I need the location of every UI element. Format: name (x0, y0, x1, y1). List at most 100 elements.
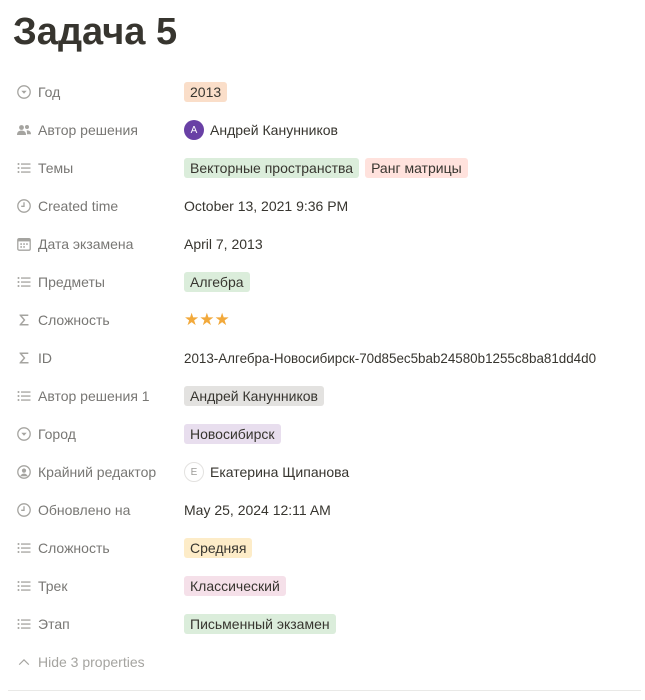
clock-icon (16, 198, 32, 214)
chevron-up-icon (16, 654, 32, 670)
property-row-created-time[interactable]: Created time October 13, 2021 9:36 PM (10, 187, 640, 225)
person-mention[interactable]: Е Екатерина Щипанова (184, 462, 349, 482)
property-value[interactable]: April 7, 2013 (184, 236, 263, 252)
select-icon (16, 426, 32, 442)
tag: Алгебра (184, 272, 250, 292)
property-name[interactable]: Обновлено на (10, 494, 184, 526)
property-label: Сложность (38, 540, 110, 556)
property-name[interactable]: Сложность (10, 304, 184, 336)
tag: Средняя (184, 538, 253, 558)
property-name[interactable]: Крайний редактор (10, 456, 184, 488)
property-value: 2013-Алгебра-Новосибирск-70d85ec5bab2458… (184, 351, 596, 366)
property-row-updated[interactable]: Обновлено на May 25, 2024 12:11 AM (10, 491, 640, 529)
date-value: April 7, 2013 (184, 236, 263, 252)
property-name[interactable]: Предметы (10, 266, 184, 298)
property-label: Автор решения (38, 122, 138, 138)
property-label: Created time (38, 198, 119, 214)
property-label: Обновлено на (38, 502, 131, 518)
property-row-id[interactable]: ID 2013-Алгебра-Новосибирск-70d85ec5bab2… (10, 339, 640, 377)
property-row-exam-date[interactable]: Дата экзамена April 7, 2013 (10, 225, 640, 263)
property-row-author-1[interactable]: Автор решения 1 Андрей Канунников (10, 377, 640, 415)
property-row-difficulty[interactable]: Сложность Средняя (10, 529, 640, 567)
tag: 2013 (184, 82, 228, 102)
property-label: Год (38, 84, 61, 100)
property-name[interactable]: Автор решения (10, 114, 184, 146)
property-value[interactable]: A Андрей Канунников (184, 120, 338, 140)
property-value[interactable]: Средняя (184, 538, 253, 558)
property-value: Е Екатерина Щипанова (184, 462, 349, 482)
sigma-icon (16, 350, 32, 366)
avatar: Е (184, 462, 204, 482)
property-name[interactable]: Дата экзамена (10, 228, 184, 260)
tag: Письменный экзамен (184, 614, 336, 634)
property-row-difficulty-formula[interactable]: Сложность ★★★ (10, 301, 640, 339)
property-value: October 13, 2021 9:36 PM (184, 198, 348, 214)
avatar: A (184, 120, 204, 140)
divider (8, 690, 641, 691)
property-value: May 25, 2024 12:11 AM (184, 502, 331, 518)
list-icon (16, 616, 32, 632)
datetime-value: October 13, 2021 9:36 PM (184, 198, 349, 214)
property-name[interactable]: Город (10, 418, 184, 450)
tag: Классический (184, 576, 286, 596)
property-label: Крайний редактор (38, 464, 157, 480)
person-name: Андрей Канунников (210, 122, 338, 138)
property-value[interactable]: Новосибирск (184, 424, 281, 444)
property-row-topics[interactable]: Темы Векторные пространства Ранг матрицы (10, 149, 640, 187)
property-value[interactable]: 2013 (184, 82, 228, 102)
property-name[interactable]: Трек (10, 570, 184, 602)
page-title[interactable]: Задача 5 (13, 10, 177, 54)
property-label: Автор решения 1 (38, 388, 150, 404)
property-value[interactable]: Андрей Канунников (184, 386, 324, 406)
property-label: Сложность (38, 312, 110, 328)
properties-list: Год 2013 Автор решения A Андрей Канунник… (10, 73, 640, 681)
people-icon (16, 122, 32, 138)
list-icon (16, 160, 32, 176)
list-icon (16, 388, 32, 404)
property-label: Этап (38, 616, 70, 632)
property-label: Город (38, 426, 76, 442)
property-value[interactable]: Векторные пространства Ранг матрицы (184, 158, 468, 178)
datetime-value: May 25, 2024 12:11 AM (184, 502, 331, 518)
property-label: ID (38, 350, 52, 366)
list-icon (16, 540, 32, 556)
property-name[interactable]: Год (10, 76, 184, 108)
property-label: Предметы (38, 274, 105, 290)
property-value: ★★★ (184, 310, 230, 330)
clock-icon (16, 502, 32, 518)
tag: Андрей Канунников (184, 386, 324, 406)
property-label: Трек (38, 578, 68, 594)
calendar-icon (16, 236, 32, 252)
property-row-stage[interactable]: Этап Письменный экзамен (10, 605, 640, 643)
hide-properties-button[interactable]: Hide 3 properties (10, 643, 640, 681)
tag: Ранг матрицы (365, 158, 468, 178)
person-mention[interactable]: A Андрей Канунников (184, 120, 338, 140)
property-name[interactable]: Этап (10, 608, 184, 640)
person-icon (16, 464, 32, 480)
property-row-subjects[interactable]: Предметы Алгебра (10, 263, 640, 301)
property-row-year[interactable]: Год 2013 (10, 73, 640, 111)
sigma-icon (16, 312, 32, 328)
hide-properties-label: Hide 3 properties (38, 654, 145, 670)
id-value: 2013-Алгебра-Новосибирск-70d85ec5bab2458… (184, 350, 597, 366)
property-name[interactable]: ID (10, 342, 184, 374)
property-value[interactable]: Алгебра (184, 272, 250, 292)
tag: Новосибирск (184, 424, 281, 444)
property-row-track[interactable]: Трек Классический (10, 567, 640, 605)
property-label: Дата экзамена (38, 236, 134, 252)
property-value[interactable]: Письменный экзамен (184, 614, 336, 634)
list-icon (16, 274, 32, 290)
property-name[interactable]: Сложность (10, 532, 184, 564)
property-name[interactable]: Автор решения 1 (10, 380, 184, 412)
property-name[interactable]: Темы (10, 152, 184, 184)
star-rating: ★★★ (184, 310, 230, 329)
list-icon (16, 578, 32, 594)
select-icon (16, 84, 32, 100)
tag: Векторные пространства (184, 158, 360, 178)
property-value[interactable]: Классический (184, 576, 286, 596)
person-name: Екатерина Щипанова (210, 464, 350, 480)
property-name[interactable]: Created time (10, 190, 184, 222)
property-row-author[interactable]: Автор решения A Андрей Канунников (10, 111, 640, 149)
property-row-last-editor[interactable]: Крайний редактор Е Екатерина Щипанова (10, 453, 640, 491)
property-row-city[interactable]: Город Новосибирск (10, 415, 640, 453)
